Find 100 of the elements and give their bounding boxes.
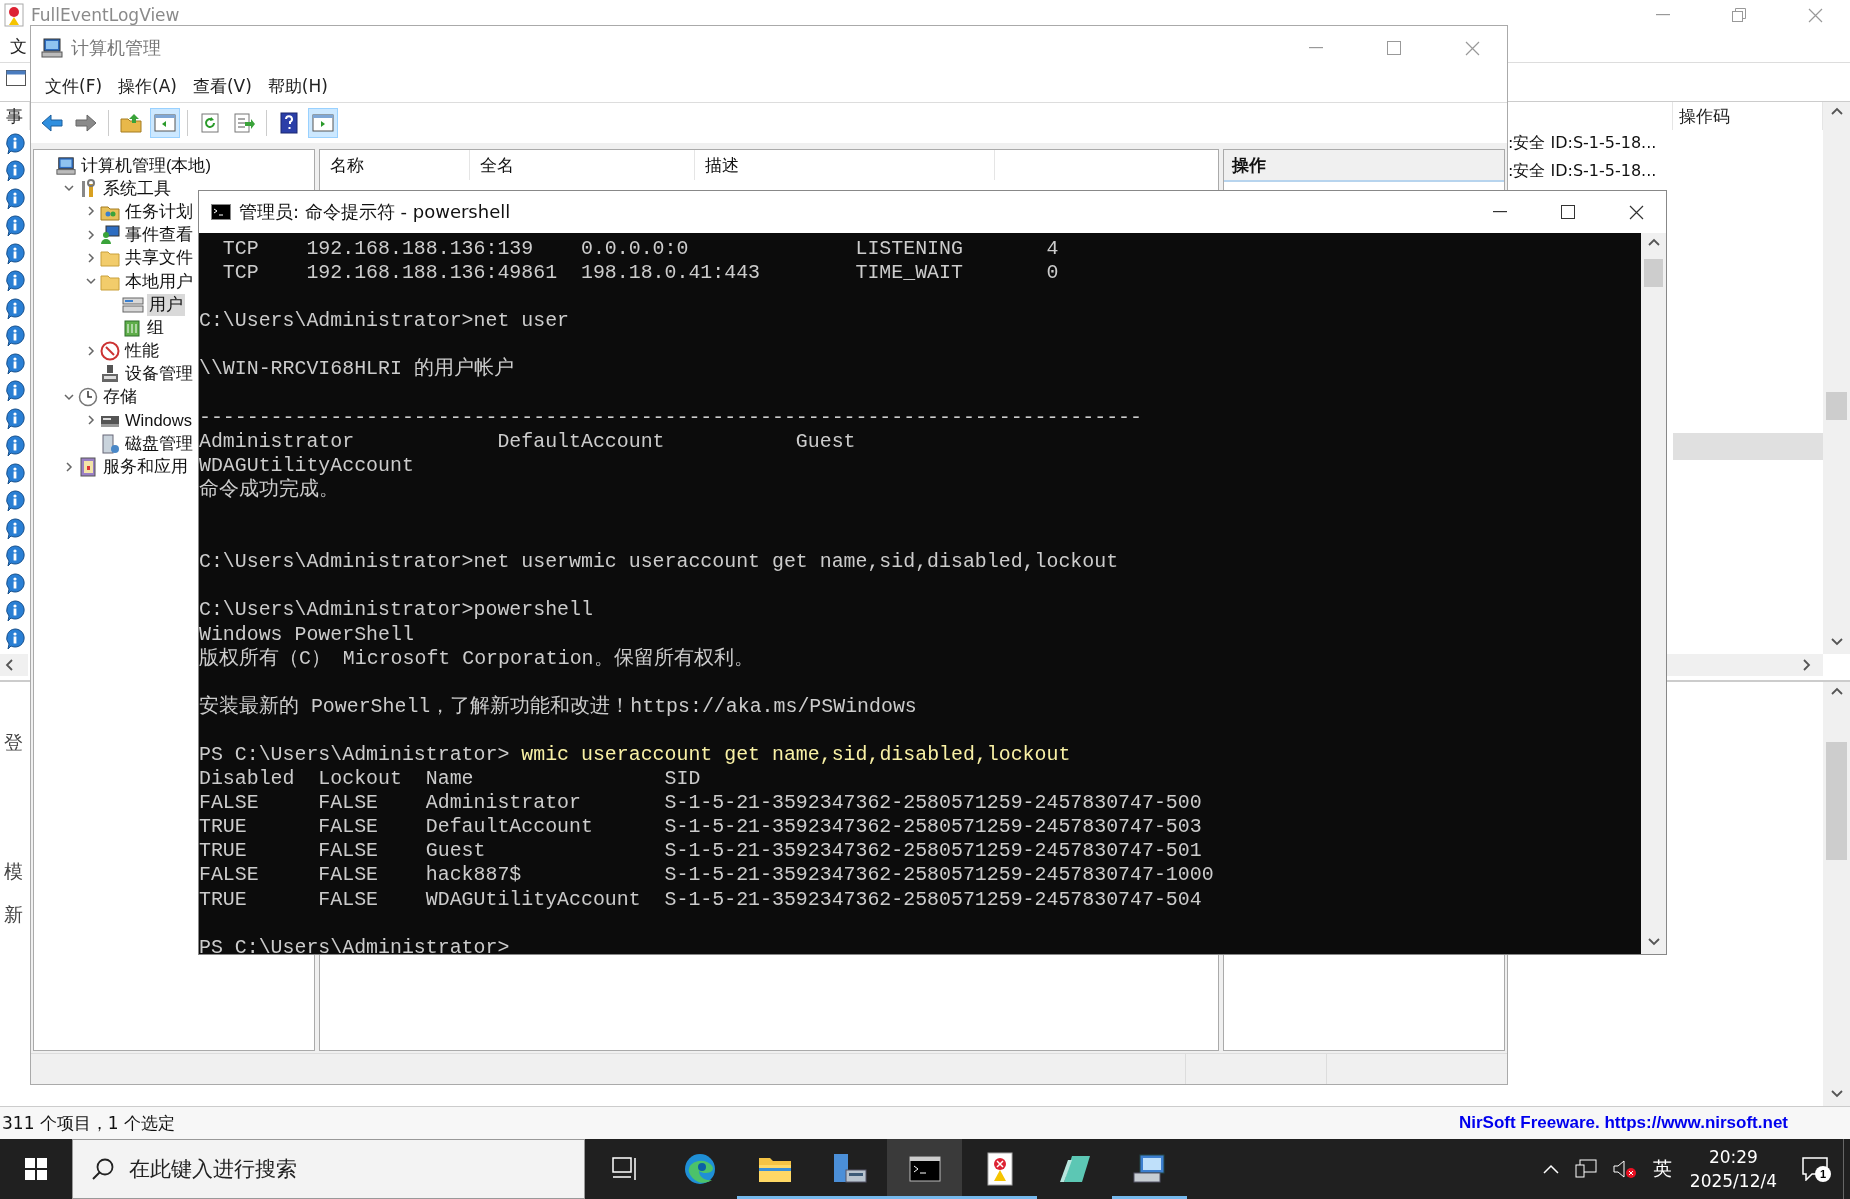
scrollbar[interactable] (1823, 102, 1850, 654)
actions-header: 操作 (1224, 150, 1504, 182)
window-title: FullEventLogView (31, 5, 180, 25)
info-icon (5, 242, 25, 265)
tree-item[interactable]: 服务和应用 (101, 456, 190, 479)
website-link[interactable]: NirSoft Freeware. https://www.nirsoft.net (1459, 1113, 1788, 1133)
tree-item[interactable]: 性能 (123, 340, 161, 363)
folder-icon (100, 272, 120, 291)
tree-item[interactable]: 设备管理 (123, 363, 195, 386)
tree-item[interactable]: 系统工具 (101, 177, 173, 200)
scroll-left-button[interactable] (0, 654, 28, 676)
console-line: 命令成功完成。 (199, 477, 340, 503)
scrollbar[interactable] (1641, 233, 1666, 954)
info-icon (5, 380, 25, 403)
column-header[interactable]: 名称 (320, 150, 470, 180)
tree-item[interactable]: 组 (145, 316, 166, 339)
server-icon (100, 433, 120, 454)
scrollbar[interactable] (1823, 682, 1850, 1106)
tree-item[interactable]: 共享文件 (123, 247, 195, 270)
toolbar-button[interactable] (6, 70, 26, 86)
table-cell: :安全 ID:S-1-5-18... (1508, 160, 1657, 182)
users-icon (100, 225, 120, 246)
backup-icon (122, 317, 142, 338)
folder-icon (100, 249, 120, 268)
menu-item[interactable]: 帮助(H) (259, 74, 336, 98)
scrollbar-thumb[interactable] (1644, 259, 1663, 287)
info-icon (5, 352, 25, 375)
folder-icon (120, 113, 142, 133)
info-icon (5, 297, 25, 320)
close-icon (1464, 40, 1480, 56)
tree-item[interactable]: 任务计划 (123, 200, 195, 223)
console-line: FALSE FALSE hack887$ S-1-5-21-3592347362-2580571259-2457830747-1000 (199, 863, 1215, 888)
app-icon (3, 3, 25, 27)
clock[interactable]: 20:29 2025/12/4 (1679, 1139, 1787, 1199)
notebook-icon (1057, 1154, 1092, 1184)
console-line: FALSE FALSE Administrator S-1-5-21-3592347362-2580571259-2457830747-500 (199, 791, 1203, 816)
tree-item[interactable]: Windows (123, 411, 194, 431)
info-icon (5, 215, 25, 238)
windows-logo-icon (25, 1158, 47, 1180)
tree-item[interactable]: 事件查看 (123, 224, 195, 247)
tree-item[interactable]: 磁盘管理 (123, 432, 195, 455)
log-book-icon (78, 457, 98, 478)
browser-icon (682, 1152, 717, 1186)
info-icon (5, 545, 25, 568)
console-line: PS C:\Users\Administrator> wmic useraccount get name,sid,disabled,lockout (199, 742, 1072, 768)
disk-drive-icon (100, 414, 120, 427)
window-icon (6, 70, 26, 86)
info-icon (5, 517, 25, 540)
message-icon (1802, 1157, 1828, 1181)
task-view-icon (611, 1157, 638, 1181)
menu-item[interactable]: 查看(V) (184, 74, 260, 98)
maximize-icon (1387, 41, 1401, 55)
notification-button[interactable]: 1 (1787, 1139, 1843, 1199)
info-icon (5, 627, 25, 650)
menu-item[interactable]: 文 (10, 34, 27, 58)
tree-item[interactable]: 用户 (147, 293, 185, 316)
console-line: TRUE FALSE DefaultAccount S-1-5-21-3592347362-2580571259-2457830747-503 (199, 815, 1203, 840)
column-header[interactable]: 全名 (470, 150, 695, 180)
refresh-icon (200, 113, 220, 133)
column-header[interactable]: 描述 (695, 150, 995, 180)
panel-icon (154, 113, 176, 133)
warning-document-icon (984, 1152, 1015, 1186)
console-line: C:\Users\Administrator>net user (199, 309, 571, 334)
tree-item[interactable]: 计算机管理(本地) (79, 154, 213, 177)
info-icon (5, 160, 25, 183)
close-icon (1628, 204, 1644, 220)
console-line: 安装最新的 PowerShell，了解新功能和改进！https://aka.ms/PSWindows (199, 694, 918, 719)
tree-item[interactable]: 存储 (101, 386, 139, 409)
panel-icon (312, 113, 334, 133)
window-title: 计算机管理 (71, 36, 161, 60)
info-icon (5, 600, 25, 623)
chevron-up-icon (1542, 1164, 1559, 1174)
window-title: 管理员: 命令提示符 - powershell (239, 200, 511, 224)
info-icon (5, 435, 25, 458)
console-line: PS C:\Users\Administrator> (199, 935, 511, 954)
info-icon (5, 325, 25, 348)
console-line: C:\Users\Administrator>powershell (199, 598, 594, 623)
menu-item[interactable]: 操作(A) (110, 74, 185, 98)
tree-item[interactable]: 本地用户 (123, 270, 195, 293)
maximize-icon (1561, 205, 1575, 219)
input-method-indicator[interactable]: 英 (1644, 1156, 1680, 1182)
console-line: TRUE FALSE WDAGUtilityAccount S-1-5-21-3592347362-2580571259-2457830747-504 (199, 887, 1203, 912)
info-icon (5, 407, 25, 430)
computer-icon (56, 155, 76, 176)
search-field[interactable]: 在此键入进行搜索 (72, 1139, 585, 1199)
taskbar-app-button[interactable] (887, 1139, 962, 1199)
back-arrow-icon (40, 113, 64, 133)
info-icon (5, 187, 25, 210)
export-icon (233, 113, 255, 133)
scrollbar-thumb[interactable] (1826, 392, 1847, 420)
console-line: WDAGUtilityAccount (199, 453, 415, 478)
console-line: C:\Users\Administrator>net userwmic useraccount get name,sid,disabled,lockout (199, 550, 1120, 575)
computer-icon (41, 37, 63, 59)
detail-text: 新 (4, 902, 23, 927)
scrollbar-thumb[interactable] (1826, 742, 1847, 860)
info-icon (5, 490, 25, 513)
muted-speaker-icon (1612, 1159, 1637, 1179)
menu-item[interactable]: 文件(F) (37, 74, 111, 98)
table-cell: :安全 ID:S-1-5-18... (1508, 133, 1657, 155)
console-line: 版权所有（C） Microsoft Corporation。保留所有权利。 (199, 646, 755, 671)
